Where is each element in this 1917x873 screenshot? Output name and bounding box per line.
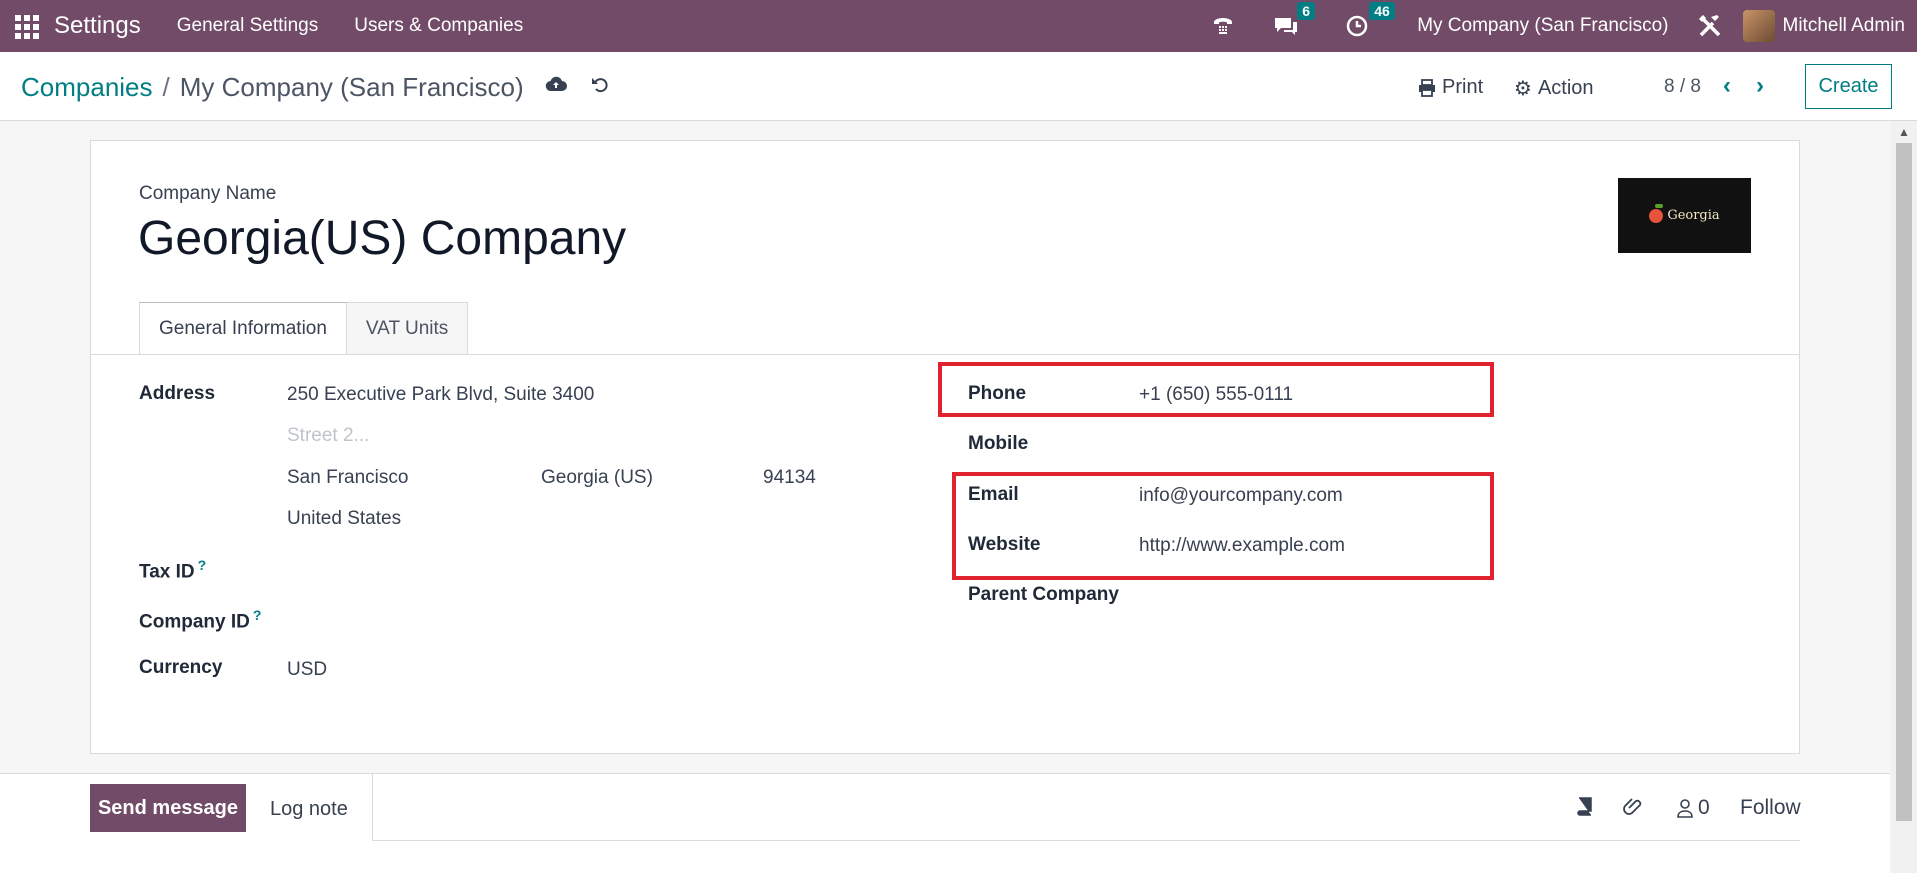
log-note-button[interactable]: Log note [270, 798, 348, 821]
avatar[interactable] [1742, 10, 1775, 42]
user-menu[interactable]: Mitchell Admin [1783, 15, 1906, 37]
chat-count-badge: 6 [1297, 2, 1315, 20]
top-navbar: Settings General Settings Users & Compan… [0, 0, 1917, 52]
cloud-upload-icon[interactable] [545, 75, 567, 99]
chatter-bottom-border [372, 840, 1800, 841]
paperclip-icon[interactable] [1623, 796, 1645, 818]
address-label: Address [139, 383, 216, 404]
apps-grid-icon[interactable] [14, 14, 39, 39]
gear-icon: ⚙ [1514, 78, 1532, 100]
chatter-divider [372, 774, 373, 841]
logo-text: Georgia [1667, 208, 1720, 223]
state-field[interactable]: Georgia (US) [541, 467, 653, 489]
help-icon[interactable]: ? [198, 557, 207, 573]
company-name-field[interactable]: Georgia(US) Company [138, 211, 626, 266]
menu-users-companies[interactable]: Users & Companies [354, 15, 523, 37]
scrollbar[interactable]: ▲ [1891, 121, 1917, 873]
peach-icon [1649, 203, 1664, 223]
tax-id-label: Tax ID? [139, 557, 207, 583]
country-field[interactable]: United States [287, 508, 401, 530]
tools-icon[interactable] [1697, 13, 1723, 39]
print-button[interactable]: Print [1418, 76, 1483, 99]
print-label: Print [1442, 76, 1484, 98]
city-field[interactable]: San Francisco [287, 467, 408, 489]
parent-company-label: Parent Company [968, 584, 1119, 605]
email-website-highlight-box [952, 472, 1494, 580]
app-title[interactable]: Settings [54, 12, 141, 40]
control-panel: Companies / My Company (San Francisco) P… [0, 52, 1917, 121]
send-message-button[interactable]: Send message [90, 784, 246, 832]
print-icon [1419, 78, 1435, 97]
breadcrumb-companies[interactable]: Companies [21, 72, 153, 103]
followers-count: 0 [1698, 796, 1710, 819]
currency-field[interactable]: USD [287, 659, 327, 681]
form-sheet: Company Name Georgia(US) Company Georgia… [90, 140, 1800, 754]
tab-vat-units[interactable]: VAT Units [346, 302, 469, 355]
form-tabs: General Information VAT Units [139, 302, 469, 355]
company-name-label: Company Name [139, 183, 277, 204]
breadcrumb-separator: / [162, 72, 170, 102]
action-label: Action [1537, 77, 1594, 99]
scrollbar-thumb[interactable] [1896, 143, 1912, 821]
clock-icon[interactable]: 46 [1345, 2, 1395, 38]
followers-button[interactable]: 0 [1676, 796, 1710, 820]
street2-field[interactable]: Street 2... [287, 425, 369, 447]
breadcrumb-current: My Company (San Francisco) [179, 72, 524, 102]
street-field[interactable]: 250 Executive Park Blvd, Suite 3400 [287, 384, 594, 406]
follow-button[interactable]: Follow [1740, 796, 1801, 820]
chevron-right-icon[interactable]: › [1756, 72, 1764, 100]
action-button[interactable]: ⚙ Action [1514, 76, 1594, 101]
company-logo[interactable]: Georgia [1618, 178, 1751, 253]
phone-highlight-box [938, 362, 1494, 417]
company-id-label: Company ID? [139, 607, 262, 633]
company-switcher[interactable]: My Company (San Francisco) [1417, 15, 1668, 37]
phone-icon[interactable] [1211, 14, 1235, 38]
tab-general-information[interactable]: General Information [139, 302, 347, 355]
scroll-up-icon[interactable]: ▲ [1898, 125, 1910, 139]
pager-value[interactable]: 8 / 8 [1664, 76, 1701, 98]
chevron-left-icon[interactable]: ‹ [1723, 72, 1731, 100]
chatter: Send message Log note 0 Follow [0, 773, 1890, 873]
undo-icon[interactable] [590, 75, 610, 101]
menu-general-settings[interactable]: General Settings [177, 15, 319, 37]
chat-icon[interactable]: 6 [1273, 2, 1315, 38]
currency-label: Currency [139, 657, 223, 678]
user-icon [1677, 799, 1693, 818]
book-icon[interactable] [1574, 796, 1594, 816]
tab-divider [91, 354, 1799, 355]
create-button[interactable]: Create [1805, 64, 1892, 109]
mobile-label: Mobile [968, 433, 1029, 454]
breadcrumb: Companies / My Company (San Francisco) [21, 72, 524, 103]
activity-count-badge: 46 [1369, 2, 1395, 20]
help-icon[interactable]: ? [253, 607, 262, 623]
zip-field[interactable]: 94134 [763, 467, 816, 489]
